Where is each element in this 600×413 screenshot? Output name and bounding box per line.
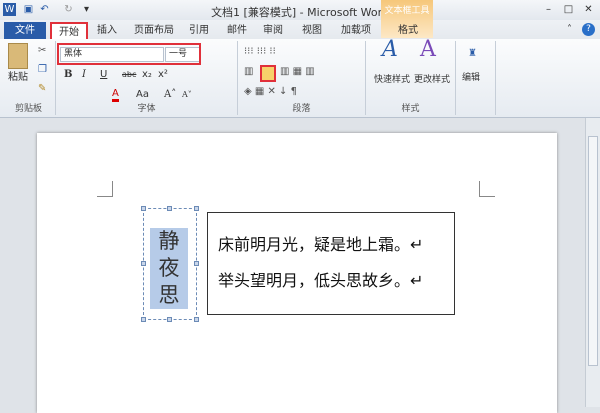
tab-view[interactable]: 视图 (297, 22, 327, 39)
scroll-thumb[interactable] (588, 136, 598, 366)
copy-icon[interactable]: ❐ (38, 63, 47, 77)
clipboard-label: 剪贴板 (14, 104, 42, 114)
font-selection-highlight (57, 43, 201, 65)
bold-button[interactable]: B (64, 68, 72, 82)
resize-handle[interactable] (167, 206, 172, 211)
tab-insert[interactable]: 插入 (92, 22, 122, 39)
poem-line: 床前明月光，疑是地上霜。↵ (218, 235, 424, 254)
close-icon[interactable]: ✕ (582, 3, 595, 16)
tab-references[interactable]: 引用 (184, 22, 214, 39)
resize-handle[interactable] (141, 261, 146, 266)
paragraph-label: 段落 (292, 104, 311, 114)
superscript-button[interactable]: x² (158, 68, 168, 82)
cut-icon[interactable]: ✂ (38, 44, 46, 58)
margin-corner (97, 181, 113, 197)
help-icon[interactable]: ? (582, 23, 595, 36)
tab-review[interactable]: 审阅 (258, 22, 288, 39)
resize-handle[interactable] (141, 317, 146, 322)
maximize-icon[interactable]: □ (562, 3, 575, 16)
styles-label: 样式 (401, 104, 420, 114)
minimize-ribbon-icon[interactable]: ˄ (567, 24, 572, 35)
paste-icon[interactable] (8, 43, 28, 69)
editing-group: ♜ 编辑 (456, 41, 496, 115)
resize-handle[interactable] (141, 206, 146, 211)
tab-home[interactable]: 开始 (50, 22, 88, 39)
change-styles-icon[interactable]: A (420, 39, 436, 61)
strikethrough-button[interactable]: abc (122, 68, 136, 82)
subscript-button[interactable]: x₂ (142, 68, 152, 82)
distributed-align-button[interactable] (260, 65, 276, 82)
resize-handle[interactable] (167, 317, 172, 322)
title-bar: W ▣ ↶ ↻ ▾ 文档1 [兼容模式] - Microsoft Word – … (0, 0, 600, 20)
bullets-icon[interactable]: ⁝⁝⁝ ⁝⁝⁝ ⁝⁝ (244, 45, 276, 59)
vertical-scrollbar[interactable] (585, 118, 600, 407)
editing-button[interactable]: 编辑 (462, 71, 480, 85)
font-color-button[interactable]: A (112, 88, 119, 102)
align-center-icon[interactable]: ▥ ▦ ▥ (280, 65, 315, 79)
resize-handle[interactable] (194, 261, 199, 266)
resize-handle[interactable] (194, 206, 199, 211)
paste-button[interactable]: 粘贴 (6, 71, 30, 85)
shrink-font-button[interactable]: A˅ (182, 88, 192, 102)
poem-text-box[interactable]: 床前明月光，疑是地上霜。↵ 举头望明月，低头思故乡。↵ (207, 212, 455, 315)
align-left-icon[interactable]: ▥ (244, 65, 253, 79)
grow-font-button[interactable]: A˄ (164, 88, 176, 102)
tab-page-layout[interactable]: 页面布局 (128, 22, 180, 39)
underline-button[interactable]: U (100, 68, 107, 82)
italic-button[interactable]: I (82, 68, 86, 82)
poem-title[interactable]: 静夜思 (150, 228, 188, 309)
tab-mailings[interactable]: 邮件 (222, 22, 252, 39)
quick-styles-icon[interactable]: A (382, 39, 398, 61)
margin-corner (479, 181, 495, 197)
find-icon[interactable]: ♜ (468, 47, 477, 61)
tab-addins[interactable]: 加载项 (336, 22, 376, 39)
tab-file[interactable]: 文件 (4, 22, 46, 39)
change-case-button[interactable]: Aa (136, 88, 149, 102)
shading-icon[interactable]: ◈ ▦ ✕ ↓ ¶ (244, 85, 297, 99)
styles-group: A A 快速样式 更改样式 样式 (366, 39, 456, 115)
clipboard-group: 粘贴 ✂ ❐ ✎ 剪贴板 (2, 41, 56, 115)
change-styles-button[interactable]: 更改样式 (414, 73, 450, 87)
minimize-icon[interactable]: – (542, 3, 555, 16)
quick-styles-button[interactable]: 快速样式 (374, 73, 410, 87)
poem-line: 举头望明月，低头思故乡。↵ (218, 271, 424, 290)
window-title: 文档1 [兼容模式] - Microsoft Word (211, 6, 389, 19)
paragraph-group: ⁝⁝⁝ ⁝⁝⁝ ⁝⁝ ▥ ▥ ▦ ▥ ◈ ▦ ✕ ↓ ¶ 段落 (238, 41, 366, 115)
font-label: 字体 (137, 104, 156, 114)
resize-handle[interactable] (194, 317, 199, 322)
format-painter-icon[interactable]: ✎ (38, 82, 46, 96)
